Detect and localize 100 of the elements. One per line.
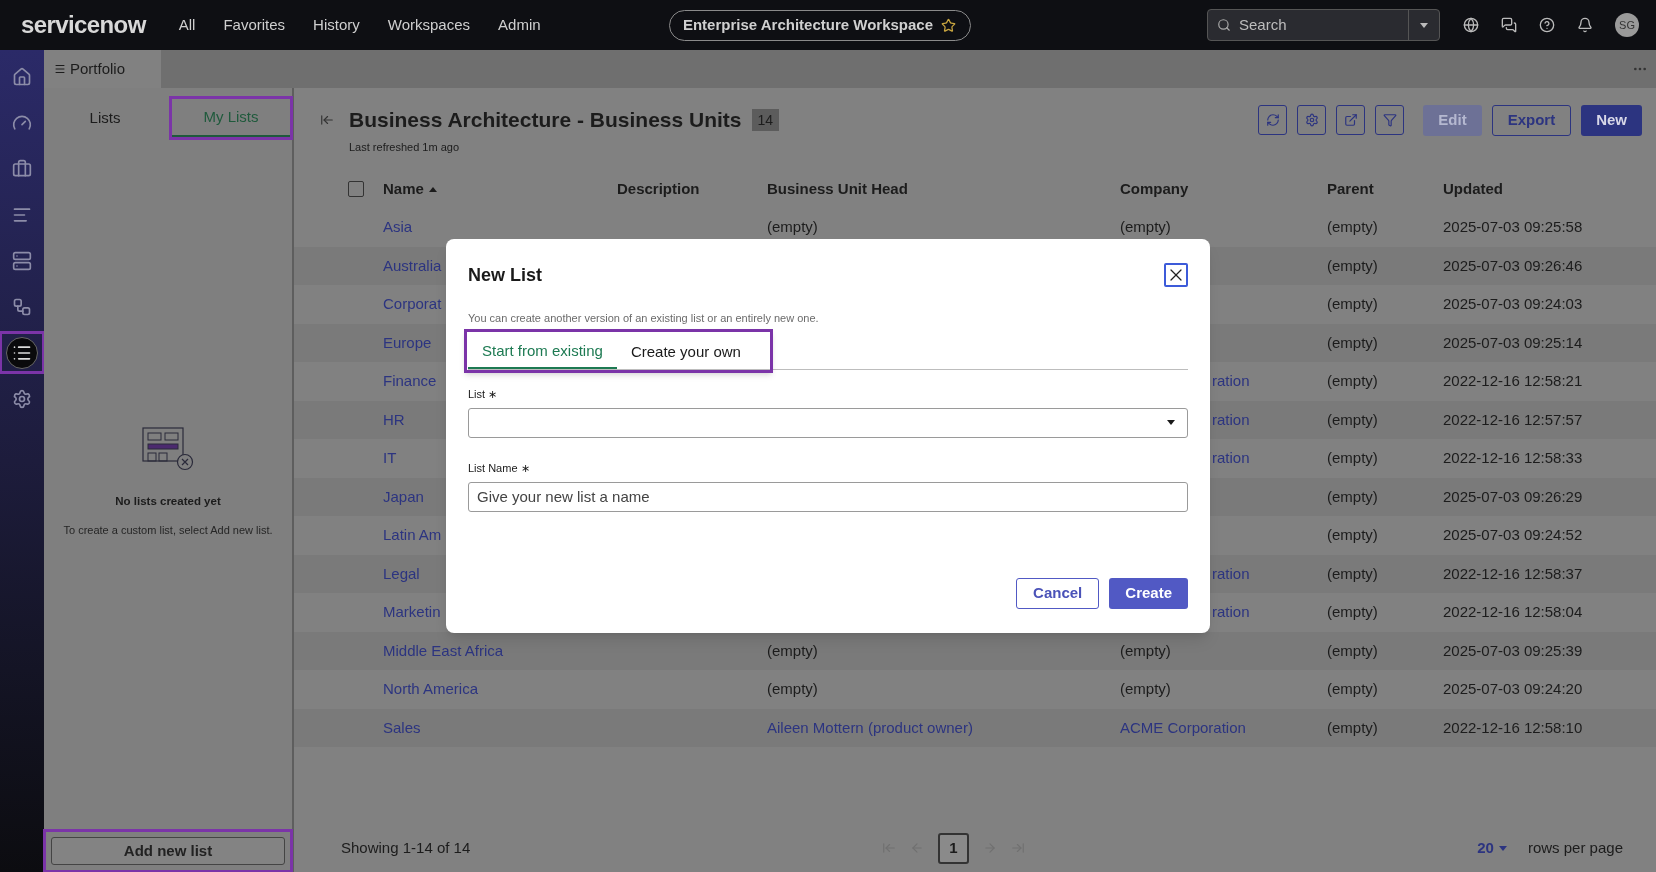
name-link[interactable]: North America <box>383 678 479 701</box>
table-cell-text: 2022-12-16 12:58:04 <box>1443 602 1583 622</box>
user-avatar[interactable]: SG <box>1615 13 1639 37</box>
rows-per-page-dropdown[interactable]: 20 <box>1477 836 1507 860</box>
close-button[interactable] <box>1164 263 1188 287</box>
name-link[interactable]: Australia <box>383 254 442 277</box>
action-button[interactable]: Export <box>1491 104 1572 136</box>
select-all-checkbox[interactable] <box>348 181 364 197</box>
dialog-button[interactable]: Cancel <box>1016 578 1100 609</box>
chat-icon[interactable] <box>1501 17 1517 33</box>
list-name-field[interactable]: Give your new list a name <box>468 481 1188 512</box>
table-cell-text: (empty) <box>1327 371 1378 391</box>
workflow-icon <box>12 296 32 317</box>
help-icon[interactable] <box>1539 17 1555 33</box>
menu-icon <box>54 63 66 75</box>
settings-icon <box>12 388 32 409</box>
dialog-button[interactable]: Create <box>1109 578 1188 609</box>
name-link[interactable]: Asia <box>383 216 413 239</box>
search-input[interactable]: Search <box>1239 13 1408 37</box>
bell-icon[interactable] <box>1577 17 1593 33</box>
table-cell-text: 2025-07-03 09:25:39 <box>1443 640 1583 661</box>
empty-list-drawing <box>142 426 194 471</box>
search-field[interactable]: Search <box>1207 9 1440 41</box>
column-header[interactable]: Business Unit Head <box>767 177 908 201</box>
table-cell[interactable]: ration <box>1212 601 1250 624</box>
name-link[interactable]: Legal <box>383 562 420 585</box>
add-list-button[interactable]: Add new list <box>51 837 285 865</box>
table-cell-text: (empty) <box>1327 602 1378 622</box>
table-cell-text: (empty) <box>1327 640 1378 661</box>
column-header[interactable]: Parent <box>1327 177 1374 201</box>
caret-icon <box>1420 22 1428 28</box>
table-cell-text: (empty) <box>1327 409 1378 430</box>
name-link[interactable]: Europe <box>383 331 432 354</box>
table-cell-text: (empty) <box>1327 717 1378 738</box>
logo[interactable]: servicenow <box>21 7 146 43</box>
nav-item[interactable]: All <box>178 13 196 37</box>
name-link[interactable]: Sales <box>383 716 421 739</box>
table-cell-text: 2022-12-16 12:58:33 <box>1443 448 1583 468</box>
panel-tab[interactable]: Lists <box>46 99 164 137</box>
empty-hint: To create a custom list, select Add new list. <box>63 522 273 538</box>
workspace-title: Enterprise Architecture Workspace <box>682 14 934 35</box>
table-cell[interactable]: ration <box>1212 562 1250 585</box>
search-icon <box>1217 18 1231 32</box>
icon-button[interactable] <box>1375 105 1405 135</box>
briefcase-icon <box>12 158 32 179</box>
table-cell-text: (empty) <box>1327 486 1378 507</box>
name-link[interactable]: IT <box>383 447 397 470</box>
action-button[interactable]: New <box>1581 104 1642 136</box>
star-icon[interactable] <box>941 17 957 33</box>
column-header[interactable]: Updated <box>1443 177 1503 201</box>
nav-item[interactable]: History <box>313 13 360 37</box>
nav-item[interactable]: Workspaces <box>387 13 471 37</box>
table-cell-text: 2022-12-16 12:57:57 <box>1443 409 1583 430</box>
column-header[interactable]: Description <box>617 177 700 201</box>
nav-item[interactable]: Admin <box>498 13 541 37</box>
column-header[interactable]: Name <box>383 177 424 201</box>
name-link[interactable]: Marketin <box>383 601 441 624</box>
table-cell-text: (empty) <box>1120 217 1171 237</box>
name-link[interactable]: HR <box>383 408 405 431</box>
table-cell-text: (empty) <box>767 217 818 237</box>
table-cell-text: (empty) <box>1327 679 1378 699</box>
name-link[interactable]: Middle East Africa <box>383 639 504 662</box>
empty-title: No lists created yet <box>115 493 221 509</box>
table-cell-text: 2025-07-03 09:26:46 <box>1443 255 1583 276</box>
icon-button[interactable] <box>1297 105 1327 135</box>
dialog-tab[interactable]: Start from existing <box>468 335 617 369</box>
table-cell-text: (empty) <box>1327 525 1378 545</box>
globe-icon[interactable] <box>1463 17 1479 33</box>
name-link[interactable]: Japan <box>383 485 424 508</box>
table-cell[interactable]: ration <box>1212 370 1250 393</box>
table-cell-text: 2025-07-03 09:24:20 <box>1443 679 1583 699</box>
list-select[interactable] <box>468 407 1188 438</box>
nav-item[interactable]: Favorites <box>223 13 286 37</box>
icon-button[interactable] <box>1258 105 1288 135</box>
table-cell[interactable]: ACME Corporation <box>1120 716 1246 739</box>
column-header[interactable]: Company <box>1120 177 1189 201</box>
table-cell-text: (empty) <box>1327 294 1378 314</box>
settings-icon <box>1304 113 1319 127</box>
tab-label: Portfolio <box>70 58 126 79</box>
portfolio-tab[interactable]: Portfolio <box>44 50 161 88</box>
table-cell-text: 2022-12-16 12:58:10 <box>1443 717 1583 738</box>
table-cell-text: 2025-07-03 09:26:29 <box>1443 486 1583 507</box>
refresh-note: Last refreshed 1m ago <box>349 140 461 155</box>
table-cell-text: (empty) <box>767 679 818 699</box>
dialog-tab[interactable]: Create your own <box>616 335 755 369</box>
table-cell-text: 2025-07-03 09:24:52 <box>1443 525 1583 545</box>
table-cell[interactable]: ration <box>1212 447 1250 470</box>
page-button[interactable]: 1 <box>938 832 969 864</box>
icon-button[interactable] <box>1336 105 1366 135</box>
table-cell-text: 2025-07-03 09:24:03 <box>1443 294 1583 314</box>
panel-tab[interactable]: My Lists <box>172 99 290 137</box>
name-link[interactable]: Corporat <box>383 293 442 316</box>
name-link[interactable]: Latin Am <box>383 524 442 547</box>
name-link[interactable]: Finance <box>383 370 437 393</box>
rail-button[interactable] <box>2 334 42 371</box>
rows-per-page-label: rows per page <box>1527 837 1623 858</box>
table-cell[interactable]: ration <box>1212 408 1250 431</box>
collapse-icon[interactable] <box>320 113 334 127</box>
table-cell[interactable]: Aileen Mottern (product owner) <box>767 716 973 739</box>
table-cell-text: (empty) <box>1120 640 1171 661</box>
